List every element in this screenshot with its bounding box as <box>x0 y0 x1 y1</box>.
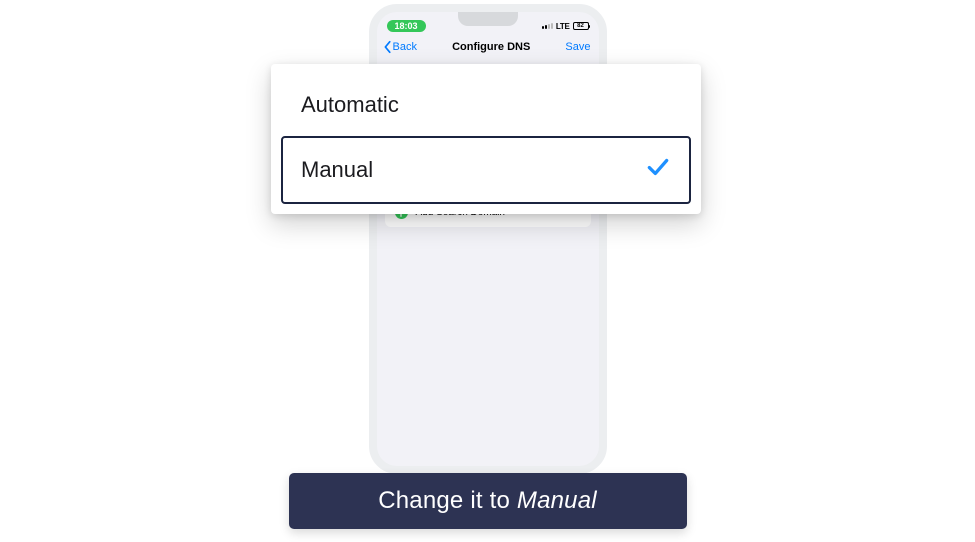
caption-prefix: Change it to <box>378 487 517 514</box>
page-title: Configure DNS <box>452 41 530 53</box>
status-network: LTE <box>556 22 570 31</box>
nav-bar: Back Configure DNS Save <box>377 34 599 62</box>
option-automatic-label: Automatic <box>301 92 399 118</box>
status-time: 18:03 <box>387 20 426 32</box>
back-label: Back <box>393 41 417 53</box>
phone-notch <box>458 12 518 26</box>
status-battery: 82 <box>577 23 584 29</box>
option-manual-label: Manual <box>301 157 373 183</box>
caption-emphasis: Manual <box>517 487 597 514</box>
dns-options-popout: Automatic Manual <box>271 64 701 214</box>
option-automatic[interactable]: Automatic <box>281 74 691 136</box>
option-manual[interactable]: Manual <box>281 136 691 204</box>
back-button[interactable]: Back <box>383 40 417 54</box>
status-right: LTE 82 <box>542 22 589 31</box>
check-icon <box>645 154 671 186</box>
chevron-left-icon <box>383 40 393 54</box>
battery-icon: 82 <box>573 22 589 30</box>
instruction-caption: Change it to Manual <box>289 473 687 529</box>
signal-icon <box>542 23 553 29</box>
save-button[interactable]: Save <box>565 41 590 53</box>
